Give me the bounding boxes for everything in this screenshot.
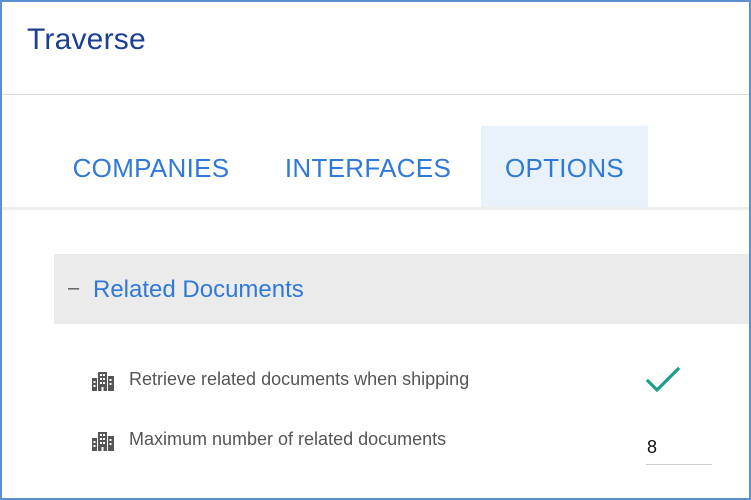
tabs-divider xyxy=(2,207,749,210)
tab-options[interactable]: OPTIONS xyxy=(481,126,648,210)
tab-companies-label: COMPANIES xyxy=(72,152,230,183)
building-icon xyxy=(92,432,114,451)
max-related-documents-input[interactable] xyxy=(646,420,712,465)
option-row-max-related: Maximum number of related documents xyxy=(90,420,740,465)
tab-companies[interactable]: COMPANIES xyxy=(60,126,242,210)
building-icon xyxy=(92,372,114,391)
app-title: Traverse xyxy=(27,23,146,56)
collapse-toggle-icon[interactable]: – xyxy=(68,278,79,298)
option-label-max-related: Maximum number of related documents xyxy=(129,429,447,449)
option-row-retrieve-related: Retrieve related documents when shipping xyxy=(90,360,740,400)
tab-interfaces[interactable]: INTERFACES xyxy=(272,126,464,210)
tab-options-label: OPTIONS xyxy=(504,152,625,183)
section-title: Related Documents xyxy=(93,276,304,303)
tab-interfaces-label: INTERFACES xyxy=(284,152,452,183)
app-window: Traverse COMPANIES INTERFACES OPTIONS – … xyxy=(0,0,751,500)
tab-bar: COMPANIES INTERFACES OPTIONS xyxy=(2,126,749,210)
title-bar: Traverse xyxy=(2,2,749,95)
checkmark-icon[interactable] xyxy=(645,365,681,395)
option-label-retrieve-related: Retrieve related documents when shipping xyxy=(129,369,470,389)
section-header-related-documents[interactable]: – Related Documents xyxy=(54,254,749,324)
